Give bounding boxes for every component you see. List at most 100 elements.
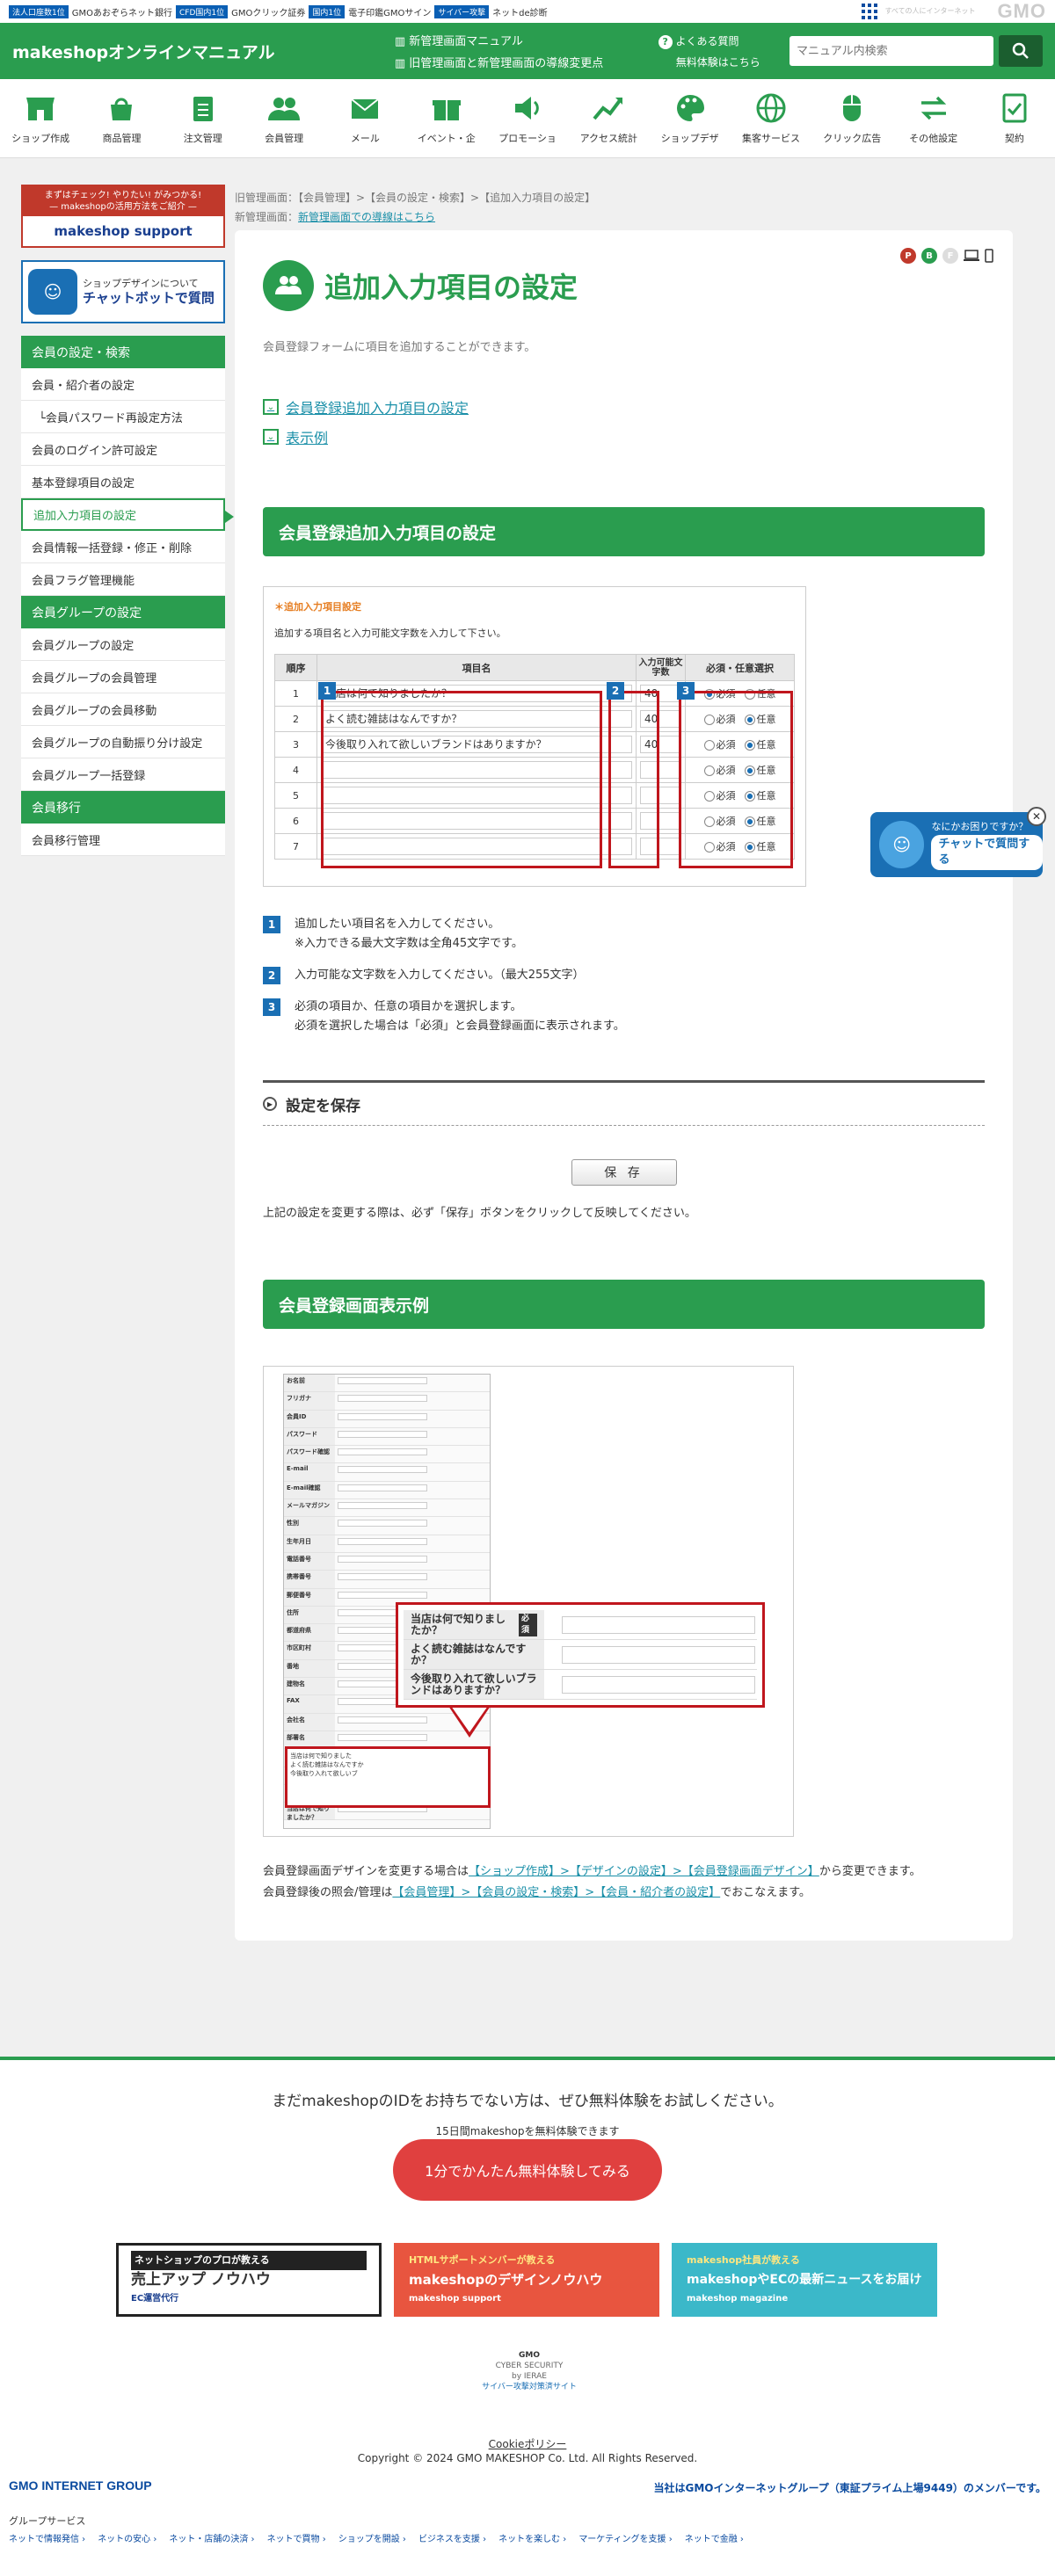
design-settings-link[interactable]: 【ショップ作成】>【デザインの設定】>【会員登録画面デザイン】	[469, 1865, 819, 1878]
preview-input	[338, 1466, 427, 1474]
banner-brand: makeshop support	[409, 2294, 501, 2304]
sidebar-item[interactable]: 会員情報一括登録・修正・削除	[21, 531, 225, 563]
free-trial-button[interactable]: 1分でかんたん無料体験してみる	[393, 2139, 662, 2201]
row-order: 6	[274, 808, 317, 834]
chat-widget-button[interactable]: チャットで質問する	[931, 835, 1043, 870]
row-order: 5	[274, 782, 317, 809]
ec-knowhow-banner[interactable]: ネットショップのプロが教える 売上アップ ノウハウ EC運営代行	[116, 2243, 382, 2317]
nav-item-label: プロモーショ	[498, 132, 557, 144]
nav-item[interactable]: メール	[324, 79, 405, 157]
nav-item[interactable]: イベント・企	[406, 79, 487, 157]
close-icon[interactable]: ✕	[1027, 807, 1046, 826]
preview-label: 電話番号	[284, 1552, 335, 1571]
save-button[interactable]: 保 存	[571, 1159, 677, 1186]
example-screenshot: お名前 フリガナ 会員ID パスワード パスワード確認 E-mail E-mail確認 メール…	[263, 1366, 794, 1837]
group-service-link[interactable]: ネットで金融 ›	[685, 2531, 744, 2544]
preview-label: 都道府県	[284, 1624, 335, 1642]
breadcrumb-old: 旧管理画面：【会員管理】>【会員の設定・検索】>【追加入力項目の設定】	[235, 192, 596, 204]
nav-item[interactable]: 注文管理	[163, 79, 244, 157]
nav-item[interactable]: プロモーショ	[487, 79, 568, 157]
nav-item[interactable]: アクセス統計	[568, 79, 649, 157]
users-icon	[268, 97, 301, 120]
callout-row: 今後取り入れて欲しいブランドはありますか？	[404, 1670, 757, 1700]
group-link[interactable]: GMOあおぞらネット銀行	[72, 5, 172, 18]
sidebar-item[interactable]: └会員パスワード再設定方法	[21, 401, 225, 433]
security-badge[interactable]: GMO CYBER SECURITY by IERAE サイバー攻撃対策済サイト	[482, 2350, 577, 2392]
group-service-link[interactable]: ネットを楽しむ ›	[498, 2531, 566, 2544]
security-badge-line: GMO	[518, 2351, 540, 2360]
group-service-link[interactable]: ビジネスを支援 ›	[418, 2531, 486, 2544]
sidebar-item[interactable]: 会員のログイン許可設定	[21, 433, 225, 466]
search-input[interactable]	[789, 36, 993, 66]
palette-icon	[676, 94, 704, 121]
member-settings-link[interactable]: 【会員管理】>【会員の設定・検索】>【会員・紹介者の設定】	[392, 1886, 720, 1899]
sidebar-item[interactable]: 会員移行管理	[21, 824, 225, 856]
group-link[interactable]: 電子印鑑GMOサイン	[348, 5, 431, 18]
nav-item[interactable]: ショップデザ	[650, 79, 731, 157]
new-admin-manual-label: 新管理画面マニュアル	[409, 35, 523, 48]
preview-row: E-mail	[284, 1463, 490, 1482]
sidebar-item[interactable]: 会員・紹介者の設定	[21, 368, 225, 401]
nav-item[interactable]: ショップ作成	[0, 79, 81, 157]
security-badge-line: by IERAE	[512, 2372, 547, 2381]
faq-link[interactable]: ? よくある質問	[658, 33, 777, 49]
nav-item[interactable]: クリック広告	[811, 79, 892, 157]
route-change-link[interactable]: ▥ 旧管理画面と新管理画面の導線変更点	[395, 54, 650, 70]
gmo-logo[interactable]: GMO	[997, 0, 1046, 23]
group-link[interactable]: GMOクリック証券	[231, 5, 305, 18]
preview-field	[335, 1571, 490, 1587]
preview-field	[335, 1535, 490, 1552]
sidebar-section-header[interactable]: 会員移行	[21, 791, 225, 824]
chatbot-banner[interactable]: ☺ ショップデザインについて チャットボットで質問	[21, 260, 225, 323]
group-link[interactable]: ネットde診断	[492, 5, 548, 18]
sidebar-item[interactable]: 会員グループの設定	[21, 628, 225, 661]
cookie-policy-link[interactable]: Cookieポリシー	[489, 2438, 567, 2450]
group-service-link[interactable]: ネットの安心 ›	[98, 2531, 156, 2544]
shop-icon	[26, 97, 55, 120]
group-service-link[interactable]: ネットで情報発信 ›	[9, 2531, 85, 2544]
sidebar-item[interactable]: 会員グループの自動振り分け設定	[21, 726, 225, 758]
banner-main: makeshopやECの最新ニュースをお届け	[687, 2273, 922, 2287]
preview-label: 会員ID	[284, 1410, 335, 1427]
sidebar-section-header[interactable]: 会員グループの設定	[21, 596, 225, 628]
col-header: 必須・任意選択	[685, 654, 795, 681]
new-admin-manual-link[interactable]: ▥ 新管理画面マニュアル	[395, 32, 650, 48]
sidebar-item[interactable]: 会員グループの会員移動	[21, 693, 225, 726]
sidebar-item[interactable]: 会員フラグ管理機能	[21, 563, 225, 596]
gmo-member-text: 当社はGMOインターネットグループ（東証プライム上場9449）のメンバーです。	[653, 2482, 1046, 2494]
nav-item[interactable]: その他設定	[892, 79, 973, 157]
nav-item[interactable]: 契約	[974, 79, 1055, 157]
group-service-link[interactable]: ネット・店舗の決済 ›	[169, 2531, 254, 2544]
toc-link[interactable]: ⌄ 会員登録追加入力項目の設定	[263, 396, 985, 417]
globe-icon	[756, 93, 786, 122]
breadcrumb-new-link[interactable]: 新管理画面での導線はこちら	[298, 211, 435, 223]
search-button[interactable]	[999, 35, 1043, 67]
site-logo[interactable]: makeshopオンラインマニュアル	[12, 40, 395, 63]
nav-item[interactable]: 集客サービス	[731, 79, 811, 157]
sidebar-item[interactable]: 会員グループ一括登録	[21, 758, 225, 791]
chat-widget[interactable]: ☺ なにかお困りですか？ チャットで質問する ✕	[870, 807, 1046, 877]
magazine-banner[interactable]: makeshop社員が教える makeshopやECの最新ニュースをお届け ma…	[672, 2243, 937, 2317]
support-banner[interactable]: まずはチェック! やりたい! がみつかる! — makeshopの活用方法をご紹介…	[21, 185, 225, 248]
group-service-link[interactable]: ネットで買物 ›	[267, 2531, 326, 2544]
preview-field	[335, 1375, 490, 1391]
bag-icon	[111, 98, 133, 120]
nav-item[interactable]: 会員管理	[244, 79, 324, 157]
gmo-group-logo[interactable]: GMO INTERNET GROUP	[9, 2478, 152, 2493]
sidebar-section-header[interactable]: 会員の設定・検索	[21, 336, 225, 368]
nav-item[interactable]: 商品管理	[81, 79, 162, 157]
preview-label: お名前	[284, 1375, 335, 1392]
sidebar-item[interactable]: 会員グループの会員管理	[21, 661, 225, 693]
toc-link[interactable]: ⌄ 表示例	[263, 426, 985, 447]
sidebar-item[interactable]: 基本登録項目の設定	[21, 466, 225, 498]
grid-icon[interactable]	[862, 4, 878, 19]
trial-link[interactable]: 無料体験はこちら	[658, 54, 777, 69]
group-service-link[interactable]: ショップを開設 ›	[338, 2531, 406, 2544]
callout-label-text: 当店は何で知りましたか？	[411, 1612, 506, 1636]
preview-input	[338, 1412, 427, 1420]
sidebar-item[interactable]: 追加入力項目の設定	[21, 498, 234, 531]
design-knowhow-banner[interactable]: HTMLサポートメンバーが教える makeshopのデザインノウハウ makes…	[394, 2243, 659, 2317]
callout-label-text: 今後取り入れて欲しいブランドはありますか？	[411, 1672, 537, 1696]
group-service-link[interactable]: マーケティングを支援 ›	[578, 2531, 672, 2544]
callout-label: 当店は何で知りましたか？ 必須	[404, 1610, 544, 1639]
